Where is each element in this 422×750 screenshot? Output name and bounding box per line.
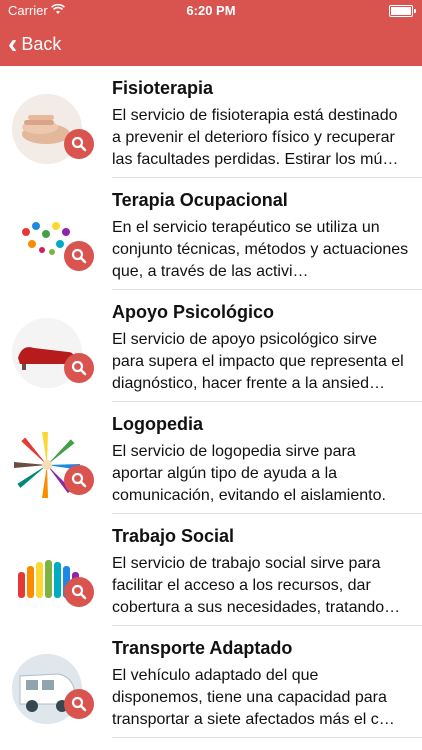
item-description: En el servicio terapéutico se utiliza un… [112,219,409,280]
list-item[interactable]: Logopedia El servicio de logopedia sirve… [0,402,422,514]
back-button[interactable]: ‹ Back [8,30,61,58]
battery-icon [389,5,416,17]
item-title: Logopedia [112,414,203,434]
list-item[interactable]: Fisioterapia El servicio de fisioterapia… [0,66,422,178]
status-bar: Carrier 6:20 PM [0,0,422,22]
list-item[interactable]: Trabajo Social El servicio de trabajo so… [0,514,422,626]
list-item[interactable]: Apoyo Psicológico El servicio de apoyo p… [0,290,422,402]
search-icon[interactable] [64,465,94,495]
search-icon[interactable] [64,129,94,159]
services-list: Fisioterapia El servicio de fisioterapia… [0,66,422,738]
search-icon[interactable] [64,241,94,271]
back-label: Back [21,33,62,54]
status-time: 6:20 PM [186,3,236,18]
search-icon[interactable] [64,689,94,719]
item-title: Apoyo Psicológico [112,302,275,322]
app-header: Carrier 6:20 PM ‹ Back [0,0,422,66]
item-title: Terapia Ocupacional [112,190,288,210]
item-title: Fisioterapia [112,78,214,98]
item-title: Transporte Adaptado [112,638,293,658]
chevron-left-icon: ‹ [8,28,18,59]
search-icon[interactable] [64,353,94,383]
row-divider [112,737,422,738]
item-description: El servicio de apoyo psicológico sirve p… [112,331,404,392]
item-description: El servicio de trabajo social sirve para… [112,555,401,616]
item-title: Trabajo Social [112,526,235,546]
list-item[interactable]: Transporte Adaptado El vehículo adaptado… [0,626,422,738]
search-icon[interactable] [64,577,94,607]
list-item[interactable]: Terapia Ocupacional En el servicio terap… [0,178,422,290]
item-description: El vehículo adaptado del que disponemos,… [112,667,395,728]
item-description: El servicio de fisioterapia está destina… [112,107,399,168]
item-description: El servicio de logopedia sirve para apor… [112,443,386,504]
